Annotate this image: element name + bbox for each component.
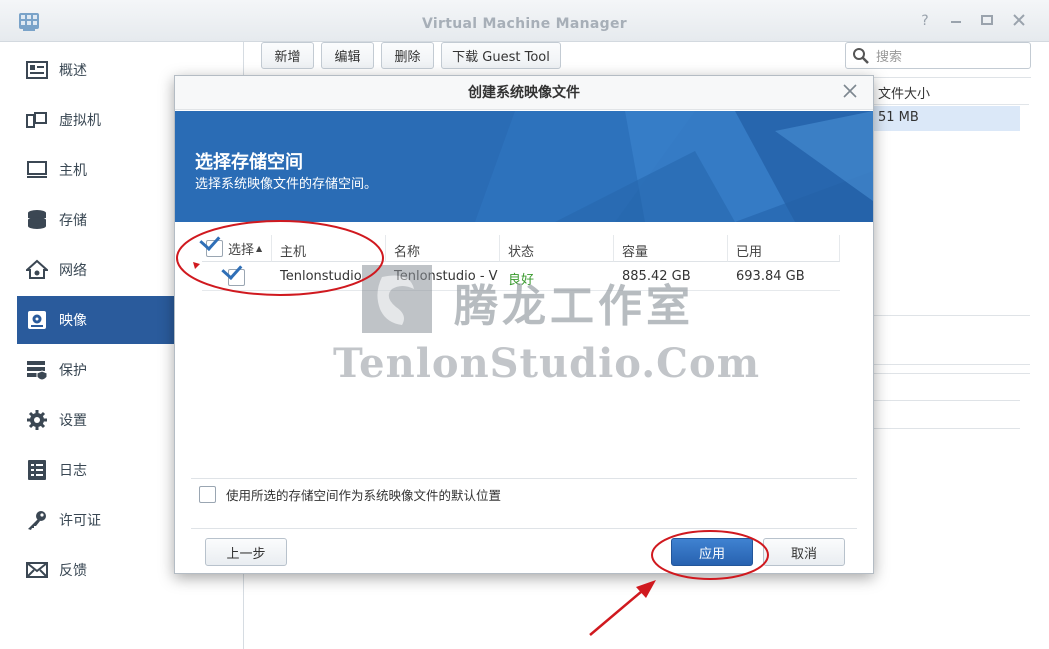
vmm-window: Virtual Machine Manager ? 概述 虚拟机 主机 存储 网… — [0, 0, 1049, 649]
new-button[interactable]: 新增 — [261, 42, 314, 69]
annotation-arrow-head — [636, 580, 656, 598]
sidebar-item-label: 映像 — [59, 313, 87, 329]
used-cell: 693.84 GB — [728, 263, 840, 291]
panel-divider — [874, 428, 1020, 429]
column-header-host[interactable]: 主机 — [272, 235, 386, 262]
table-row[interactable]: 51 MB — [874, 106, 1020, 131]
column-header-name[interactable]: 名称 — [386, 235, 500, 262]
column-header-label: 选择 — [228, 242, 255, 258]
log-icon — [25, 458, 49, 482]
download-guest-tool-button[interactable]: 下载 Guest Tool — [441, 42, 561, 69]
divider — [191, 528, 857, 529]
window-title: Virtual Machine Manager — [422, 16, 627, 32]
sidebar-item-label: 网络 — [59, 263, 87, 279]
search-input[interactable]: 搜索 — [845, 42, 1031, 69]
overview-icon — [25, 58, 49, 82]
protect-icon — [25, 358, 49, 382]
close-icon[interactable] — [1011, 13, 1027, 29]
sidebar-item-label: 许可证 — [59, 513, 101, 529]
step-title: 选择存储空间 — [195, 152, 303, 173]
feedback-icon — [25, 558, 49, 582]
sidebar-item-label: 反馈 — [59, 563, 87, 579]
network-icon — [25, 258, 49, 282]
row-select-cell[interactable] — [202, 263, 272, 291]
column-header-capacity[interactable]: 容量 — [614, 235, 728, 262]
sort-asc-icon: ▲ — [256, 243, 263, 253]
watermark-cn-text: 腾龙工作室 — [454, 281, 694, 332]
delete-button[interactable]: 删除 — [381, 42, 434, 69]
column-header-file-size[interactable]: 文件大小 — [874, 78, 1029, 105]
sidebar-item-label: 保护 — [59, 363, 87, 379]
divider — [191, 478, 857, 479]
license-icon — [25, 508, 49, 532]
row-checkbox[interactable] — [228, 269, 245, 286]
sidebar-item-label: 存储 — [59, 213, 87, 229]
step-subtitle: 选择系统映像文件的存储空间。 — [195, 177, 378, 192]
default-location-label: 使用所选的存储空间作为系统映像文件的默认位置 — [226, 488, 502, 503]
help-icon[interactable]: ? — [917, 13, 933, 29]
vm-icon — [25, 108, 49, 132]
column-header-used[interactable]: 已用 — [728, 235, 840, 262]
panel-divider — [874, 400, 1020, 401]
minimize-icon[interactable] — [948, 13, 964, 29]
sidebar-item-label: 概述 — [59, 63, 87, 79]
panel-divider — [874, 373, 1030, 374]
default-location-option[interactable]: 使用所选的存储空间作为系统映像文件的默认位置 — [199, 485, 501, 504]
watermark-en-text: TenlonStudio.Com — [333, 340, 761, 387]
panel-divider — [874, 315, 1030, 316]
sidebar-item-label: 主机 — [59, 163, 87, 179]
cancel-button[interactable]: 取消 — [763, 538, 845, 566]
watermark-logo — [362, 265, 432, 333]
edit-button[interactable]: 编辑 — [321, 42, 374, 69]
settings-icon — [25, 408, 49, 432]
search-icon — [853, 47, 869, 64]
panel-divider — [874, 364, 1030, 365]
sidebar-item-label: 日志 — [59, 463, 87, 479]
back-button[interactable]: 上一步 — [205, 538, 287, 566]
column-header-select[interactable]: 选择 ▲ — [202, 235, 272, 262]
default-location-checkbox[interactable] — [199, 486, 216, 503]
annotation-arrow-line — [589, 585, 649, 636]
search-placeholder: 搜索 — [876, 50, 903, 65]
column-header-status[interactable]: 状态 — [500, 235, 614, 262]
image-icon — [25, 308, 49, 332]
sidebar-item-label: 虚拟机 — [59, 113, 101, 129]
apply-button[interactable]: 应用 — [671, 538, 753, 566]
wizard-banner: 选择存储空间 选择系统映像文件的存储空间。 — [175, 111, 873, 222]
host-icon — [25, 158, 49, 182]
maximize-icon[interactable] — [979, 13, 995, 29]
select-all-checkbox[interactable] — [206, 239, 223, 257]
title-bar: Virtual Machine Manager ? — [0, 0, 1049, 42]
dialog-title: 创建系统映像文件 — [175, 76, 873, 110]
storage-icon — [25, 208, 49, 232]
dialog-close-icon[interactable] — [841, 84, 859, 102]
sidebar-item-label: 设置 — [59, 413, 87, 429]
